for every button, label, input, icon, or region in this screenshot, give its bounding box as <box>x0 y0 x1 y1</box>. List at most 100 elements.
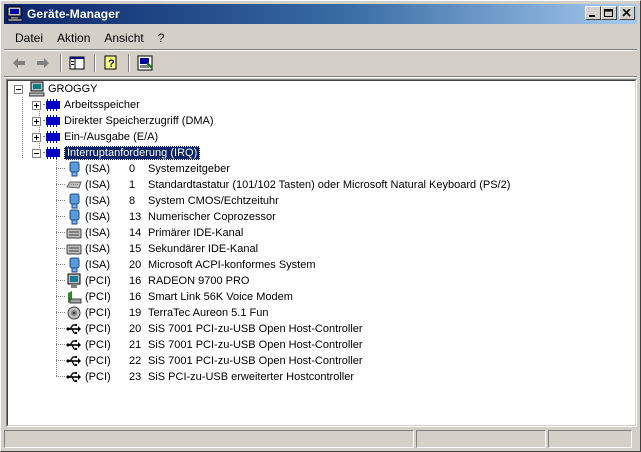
irq-bus-type: (PCI) <box>85 307 111 319</box>
modem-icon <box>66 289 82 305</box>
expand-toggle[interactable] <box>32 116 41 126</box>
help-button[interactable]: ? <box>100 53 122 73</box>
irq-entry-row[interactable]: (PCI) 21 SiS 7001 PCI-zu-USB Open Host-Con… <box>66 337 363 353</box>
status-panel-2 <box>416 430 546 448</box>
irq-bus-type: (ISA) <box>85 259 111 271</box>
tree-connector <box>56 184 65 185</box>
tree-connector <box>56 328 65 329</box>
irq-entry-row[interactable]: (ISA) 1 Standardtastatur (101/102 Tasten) … <box>66 177 510 193</box>
toolbar-separator <box>94 54 96 72</box>
irq-entry-row[interactable]: (ISA) 20 Microsoft ACPI-konformes System <box>66 257 316 273</box>
menu-help[interactable]: ? <box>151 31 172 45</box>
window-title: Geräte-Manager <box>27 7 120 21</box>
device-tree-pane[interactable]: GROGGY Arbeitsspeicher Direkter Speicher… <box>6 79 637 427</box>
tree-connector <box>56 280 65 281</box>
system-device-icon <box>66 257 82 273</box>
irq-number: 14 <box>129 227 142 239</box>
irq-bus-type: (PCI) <box>85 371 111 383</box>
irq-entry-row[interactable]: (ISA) 8 System CMOS/Echtzeituhr <box>66 193 279 209</box>
properties-button[interactable] <box>134 53 156 73</box>
show-hide-tree-button[interactable] <box>66 53 88 73</box>
ide-controller-icon <box>66 225 82 241</box>
irq-bus-type: (PCI) <box>85 291 111 303</box>
maximize-button[interactable] <box>601 6 617 20</box>
status-bar <box>4 430 637 450</box>
irq-number: 16 <box>129 291 142 303</box>
tree-category-dma[interactable]: Direkter Speicherzugriff (DMA) <box>32 113 214 129</box>
menu-datei[interactable]: Datei <box>8 31 50 45</box>
device-name: RADEON 9700 PRO <box>148 275 250 287</box>
irq-entry-row[interactable]: (PCI) 16 Smart Link 56K Voice Modem <box>66 289 293 305</box>
irq-bus-type: (ISA) <box>85 243 111 255</box>
tree-connector <box>22 97 23 158</box>
close-button[interactable] <box>619 6 635 20</box>
help-icon: ? <box>104 55 117 70</box>
collapse-toggle[interactable] <box>14 84 23 94</box>
menu-aktion[interactable]: Aktion <box>50 31 97 45</box>
toolbar-separator <box>128 54 130 72</box>
svg-text:?: ? <box>108 58 115 70</box>
computer-name: GROGGY <box>48 83 98 95</box>
tree-connector <box>56 312 65 313</box>
device-name: Microsoft ACPI-konformes System <box>148 259 316 271</box>
device-name: SiS 7001 PCI-zu-USB Open Host-Controller <box>148 339 363 351</box>
irq-entry-row[interactable]: (PCI) 23 SiS PCI-zu-USB erweiterter Hostco… <box>66 369 354 385</box>
irq-bus-type: (PCI) <box>85 275 111 287</box>
irq-number: 8 <box>129 195 136 207</box>
sound-device-icon <box>66 305 82 321</box>
irq-number: 13 <box>129 211 142 223</box>
irq-entry-row[interactable]: (PCI) 19 TerraTec Aureon 5.1 Fun <box>66 305 268 321</box>
minimize-button[interactable] <box>585 6 601 20</box>
irq-bus-type: (ISA) <box>85 195 111 207</box>
irq-entry-row[interactable]: (PCI) 16 RADEON 9700 PRO <box>66 273 249 289</box>
tree-category-arbeitsspeicher[interactable]: Arbeitsspeicher <box>32 97 140 113</box>
collapse-toggle[interactable] <box>32 148 41 158</box>
expand-toggle[interactable] <box>32 100 41 110</box>
menu-ansicht[interactable]: Ansicht <box>97 31 150 45</box>
device-name: System CMOS/Echtzeituhr <box>148 195 279 207</box>
properties-icon <box>137 55 153 71</box>
memory-chip-icon <box>45 129 61 145</box>
display-adapter-icon <box>66 273 82 289</box>
minimize-icon <box>589 15 595 17</box>
close-icon <box>622 9 631 17</box>
show-hide-console-tree-icon <box>69 56 85 70</box>
title-bar[interactable]: Geräte-Manager <box>4 4 637 24</box>
back-button[interactable] <box>8 53 30 73</box>
irq-bus-type: (ISA) <box>85 163 111 175</box>
expand-toggle[interactable] <box>32 132 41 142</box>
tree-connector <box>56 168 65 169</box>
maximize-icon <box>604 9 613 17</box>
irq-number: 1 <box>129 179 136 191</box>
irq-entry-row[interactable]: (ISA) 0 Systemzeitgeber <box>66 161 230 177</box>
device-name: Smart Link 56K Voice Modem <box>148 291 293 303</box>
device-name: Numerischer Coprozessor <box>148 211 276 223</box>
category-label: Arbeitsspeicher <box>64 99 140 111</box>
tree-connector <box>56 376 65 377</box>
status-panel-3 <box>548 430 632 448</box>
irq-entry-row[interactable]: (PCI) 22 SiS 7001 PCI-zu-USB Open Host-Con… <box>66 353 363 369</box>
irq-bus-type: (ISA) <box>85 211 111 223</box>
irq-entry-row[interactable]: (ISA) 15 Sekundärer IDE-Kanal <box>66 241 258 257</box>
keyboard-icon <box>66 177 82 193</box>
device-name: SiS 7001 PCI-zu-USB Open Host-Controller <box>148 323 363 335</box>
tree-category-irq[interactable]: Interruptanforderung (IRQ) <box>32 145 201 161</box>
device-name: SiS PCI-zu-USB erweiterter Hostcontrolle… <box>148 371 355 383</box>
irq-entry-row[interactable]: (ISA) 14 Primärer IDE-Kanal <box>66 225 243 241</box>
category-label: Direkter Speicherzugriff (DMA) <box>64 115 214 127</box>
irq-entry-row[interactable]: (PCI) 20 SiS 7001 PCI-zu-USB Open Host-Con… <box>66 321 363 337</box>
tree-root[interactable]: GROGGY <box>14 81 98 97</box>
irq-number: 20 <box>129 259 142 271</box>
irq-number: 20 <box>129 323 142 335</box>
forward-button[interactable] <box>32 53 54 73</box>
system-device-icon <box>66 161 82 177</box>
usb-icon <box>66 369 82 385</box>
irq-entry-row[interactable]: (ISA) 13 Numerischer Coprozessor <box>66 209 276 225</box>
computer-icon <box>28 81 45 97</box>
menu-bar: Datei Aktion Ansicht ? <box>4 27 637 49</box>
irq-bus-type: (PCI) <box>85 323 111 335</box>
irq-number: 23 <box>129 371 142 383</box>
memory-chip-icon <box>45 145 61 161</box>
tree-category-io[interactable]: Ein-/Ausgabe (E/A) <box>32 129 158 145</box>
category-label: Ein-/Ausgabe (E/A) <box>64 131 159 143</box>
